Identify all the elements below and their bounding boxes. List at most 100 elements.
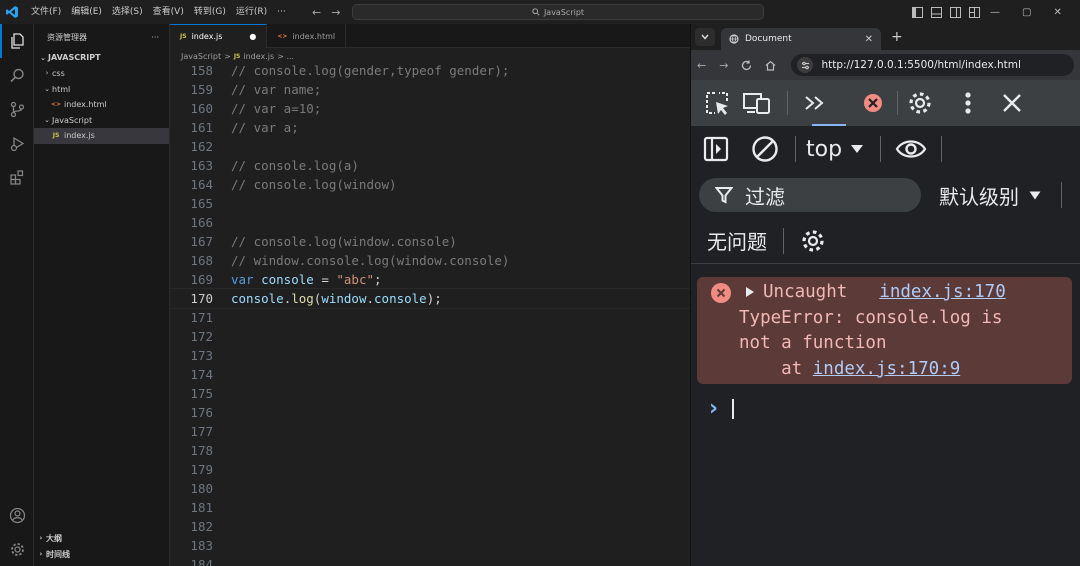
code-line[interactable]: 164 // console.log(window): [170, 175, 690, 194]
back-icon[interactable]: ←: [697, 59, 706, 72]
toggle-secondary-sidebar-icon[interactable]: [950, 6, 961, 18]
search-icon[interactable]: [0, 58, 34, 92]
code-line[interactable]: 179: [170, 460, 690, 479]
log-levels-dropdown[interactable]: 默认级别: [939, 181, 1041, 210]
stack-source-link[interactable]: index.js:170:9: [813, 359, 961, 379]
code-line[interactable]: 158 // console.log(gender,typeof gender);: [170, 61, 690, 80]
devtools-settings-icon[interactable]: [900, 80, 940, 126]
arrow-left-icon[interactable]: ←: [312, 6, 321, 19]
code-line[interactable]: 178: [170, 441, 690, 460]
issues-count[interactable]: 无问题: [707, 226, 767, 255]
menu-view[interactable]: 查看(V): [148, 0, 189, 24]
error-count-icon[interactable]: [853, 80, 893, 126]
code-line[interactable]: 182: [170, 517, 690, 536]
site-info-icon[interactable]: [797, 57, 814, 73]
line-source: [213, 517, 231, 536]
browser-tab-document[interactable]: Document ✕: [721, 28, 881, 50]
breadcrumb-folder[interactable]: JavaScript: [181, 52, 221, 61]
context-selector[interactable]: top: [806, 137, 864, 162]
unsaved-dot-icon[interactable]: ●: [249, 32, 256, 41]
tree-file-index-html[interactable]: <> index.html: [34, 97, 169, 113]
toggle-primary-sidebar-icon[interactable]: [912, 6, 923, 18]
console-prompt[interactable]: ›: [709, 396, 735, 421]
outline-section[interactable]: › 大纲: [34, 531, 170, 547]
clear-console-icon[interactable]: [751, 135, 779, 163]
console-settings-icon[interactable]: [800, 228, 826, 254]
error-source-link[interactable]: index.js:170: [879, 282, 1005, 302]
menu-go[interactable]: 转到(G): [189, 0, 231, 24]
forward-icon[interactable]: →: [719, 59, 728, 72]
code-line[interactable]: 173: [170, 346, 690, 365]
explorer-icon[interactable]: [0, 24, 34, 58]
minimize-icon[interactable]: —: [990, 7, 1000, 18]
command-center-search[interactable]: JavaScript: [352, 4, 764, 20]
customize-devtools-kebab-icon[interactable]: [948, 80, 988, 126]
tab-search-dropdown-icon[interactable]: [695, 28, 715, 46]
menu-more[interactable]: ···: [272, 0, 291, 24]
menu-edit[interactable]: 编辑(E): [66, 0, 107, 24]
tree-folder-css[interactable]: › css: [34, 66, 169, 82]
code-line[interactable]: 162: [170, 137, 690, 156]
more-tabs-chevron-icon[interactable]: [795, 80, 835, 126]
new-tab-icon[interactable]: +: [891, 29, 903, 45]
close-window-icon[interactable]: ✕: [1053, 7, 1061, 18]
timeline-section[interactable]: › 时间线: [34, 547, 170, 563]
expand-triangle-icon[interactable]: [745, 286, 755, 298]
line-number: 158: [190, 63, 213, 78]
menu-selection[interactable]: 选择(S): [107, 0, 148, 24]
customize-layout-icon[interactable]: [969, 6, 980, 18]
code-line[interactable]: 165: [170, 194, 690, 213]
code-line[interactable]: 184: [170, 555, 690, 566]
tab-index-html[interactable]: <> index.html: [267, 24, 347, 48]
tree-folder-html[interactable]: ⌄ html: [34, 82, 169, 98]
tree-file-index-js[interactable]: JS index.js: [34, 128, 169, 144]
source-control-icon[interactable]: [0, 92, 34, 126]
menu-run[interactable]: 运行(R): [231, 0, 272, 24]
device-toolbar-icon[interactable]: [737, 80, 777, 126]
extensions-icon[interactable]: [0, 160, 34, 194]
code-line[interactable]: 161 // var a;: [170, 118, 690, 137]
code-line[interactable]: 175: [170, 384, 690, 403]
breadcrumb-file[interactable]: index.js: [243, 52, 274, 61]
arrow-right-icon[interactable]: →: [331, 6, 340, 19]
account-icon[interactable]: [0, 498, 34, 532]
inspect-element-icon[interactable]: [697, 80, 737, 126]
maximize-icon[interactable]: ▢: [1022, 7, 1031, 18]
manage-gear-icon[interactable]: [0, 532, 34, 566]
code-line[interactable]: 172: [170, 327, 690, 346]
code-line[interactable]: 166: [170, 213, 690, 232]
code-line[interactable]: 174: [170, 365, 690, 384]
toggle-panel-icon[interactable]: [931, 6, 942, 18]
more-actions-button[interactable]: ···: [151, 33, 159, 42]
live-expression-eye-icon[interactable]: [895, 138, 927, 160]
filter-input[interactable]: 过滤: [699, 178, 921, 212]
code-line[interactable]: 183: [170, 536, 690, 555]
show-sidebar-icon[interactable]: [703, 136, 729, 162]
code-line[interactable]: 171: [170, 308, 690, 327]
close-tab-icon[interactable]: ✕: [865, 34, 873, 45]
tree-folder-javascript[interactable]: ⌄ JavaScript: [34, 113, 169, 129]
code-line[interactable]: 181: [170, 498, 690, 517]
home-icon[interactable]: [765, 60, 776, 71]
code-line[interactable]: 167 // console.log(window.console): [170, 232, 690, 251]
menu-file[interactable]: 文件(F): [26, 0, 66, 24]
code-line[interactable]: 163 // console.log(a): [170, 156, 690, 175]
code-line[interactable]: 169 var console = "abc";: [170, 270, 690, 289]
code-line[interactable]: 159 // var name;: [170, 80, 690, 99]
line-number: 174: [190, 367, 213, 382]
code-line[interactable]: 180: [170, 479, 690, 498]
close-devtools-icon[interactable]: [992, 80, 1032, 126]
code-line[interactable]: 160 // var a=10;: [170, 99, 690, 118]
code-line[interactable]: 177: [170, 422, 690, 441]
code-line[interactable]: 170 console.log(window.console);: [170, 288, 690, 309]
workspace-root[interactable]: ⌄ JAVASCRIPT: [34, 50, 169, 66]
code-line[interactable]: 176: [170, 403, 690, 422]
chevron-down-icon: ⌄: [44, 84, 50, 93]
code-editor[interactable]: 158 // console.log(gender,typeof gender);…: [170, 61, 690, 566]
line-number: 178: [190, 443, 213, 458]
code-line[interactable]: 168 // window.console.log(window.console): [170, 251, 690, 270]
address-bar[interactable]: http://127.0.0.1:5500/html/index.html: [791, 54, 1074, 76]
run-debug-icon[interactable]: [0, 126, 34, 160]
tab-index-js[interactable]: JS index.js ●: [170, 24, 268, 48]
reload-icon[interactable]: [741, 60, 752, 71]
